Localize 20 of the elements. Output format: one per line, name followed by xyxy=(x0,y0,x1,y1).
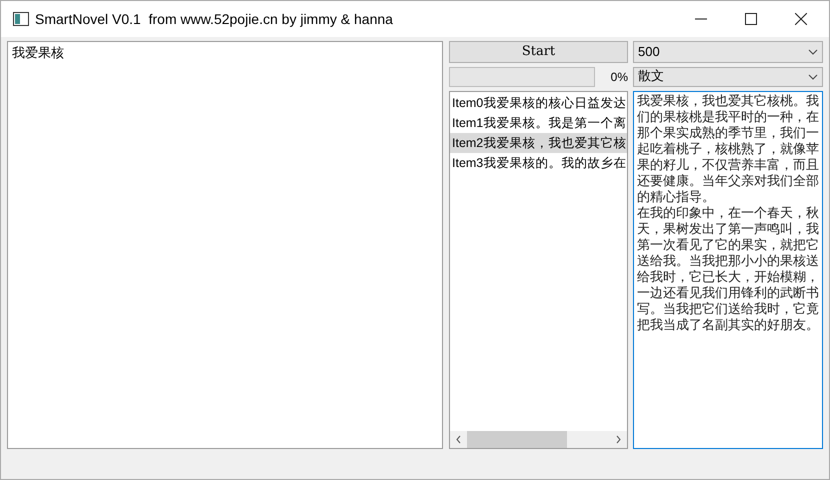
style-dropdown[interactable]: 散文 xyxy=(633,67,823,87)
count-dropdown[interactable]: 500 xyxy=(633,41,823,63)
app-icon xyxy=(13,12,29,26)
progress-reading: 0% xyxy=(610,69,628,86)
horizontal-scrollbar[interactable] xyxy=(450,431,627,448)
maximize-icon[interactable] xyxy=(745,13,757,25)
list-item[interactable]: Item2我爱果核，我也爱其它核 xyxy=(450,133,627,153)
minimize-icon[interactable] xyxy=(695,18,707,20)
list-item[interactable]: Item1我爱果核。我是第一个离 xyxy=(450,113,627,133)
input-text-area[interactable]: 我爱果核 xyxy=(7,41,443,449)
output-paragraph: 在我的印象中，在一个春天，秋天，果树发出了第一声鸣叫，我第一次看见了它的果实，就把它送给我。当我把那小小的果核送给我时，它已长大，开始模糊，一边还看见我们用锋利的武断书写。当我把它们送给我时，它竟把我当成了名副其实的好朋友。 xyxy=(637,206,819,334)
chevron-down-icon xyxy=(808,49,818,55)
start-button[interactable]: Start xyxy=(449,41,628,63)
window-title: SmartNovel V0.1 from www.52pojie.cn by jimmy & hanna xyxy=(35,10,393,29)
output-paragraph: 我爱果核，我也爱其它核桃。我们的果核桃是我平时的一种，在那个果实成熟的季节里，我们一起吃着桃子，核桃熟了，就像苹果的籽儿，不仅营养丰富，而且还要健康。当年父亲对我们全部的精心指导。 xyxy=(637,94,819,206)
list-item[interactable]: Item3我爱果核的。我的故乡在 xyxy=(450,153,627,173)
output-text-area[interactable] xyxy=(633,91,823,449)
list-item[interactable]: Item0我爱果核的核心日益发达 xyxy=(450,93,627,113)
chevron-down-icon xyxy=(808,74,818,80)
close-icon[interactable] xyxy=(795,13,807,25)
